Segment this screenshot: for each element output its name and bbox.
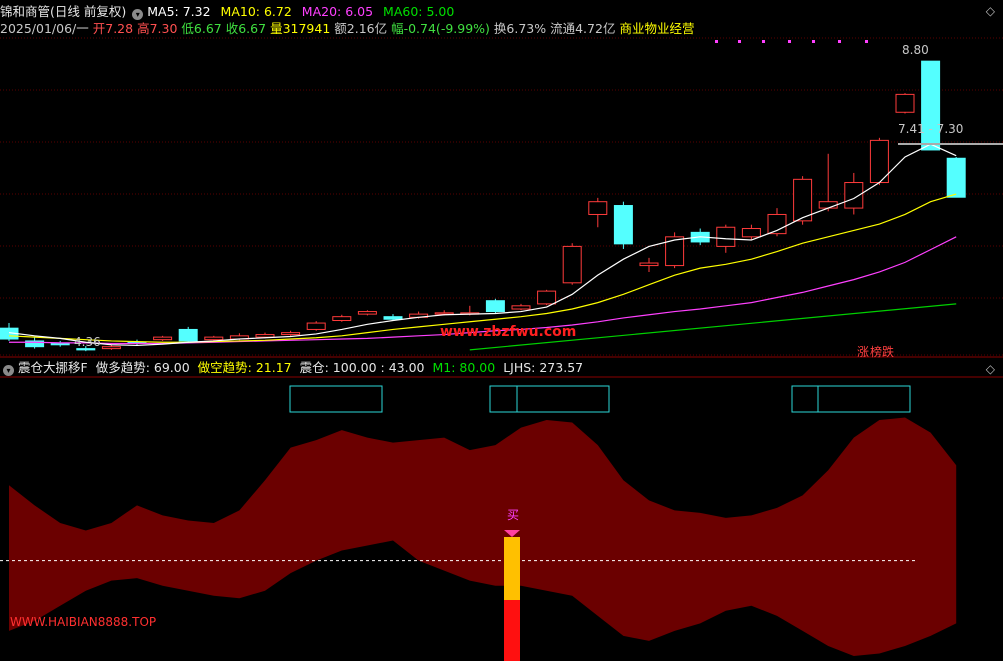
candle-body xyxy=(588,201,608,215)
buy-bar-upper xyxy=(504,537,520,600)
candle-body xyxy=(281,332,301,336)
candle-body xyxy=(332,316,352,322)
candle-body xyxy=(895,93,915,113)
price-chart[interactable]: 8.80 7.41 - 7.30 4.36 www.zbzfwu.com 涨 榜… xyxy=(0,0,1003,661)
signal-dot xyxy=(865,40,868,43)
high-price-label: 8.80 xyxy=(902,43,929,57)
signal-frame xyxy=(489,385,610,413)
signal-frame xyxy=(791,385,911,413)
buy-signal: 买 xyxy=(507,508,519,522)
ma10-line xyxy=(8,193,957,343)
candle-body xyxy=(818,201,838,209)
candle-body xyxy=(844,182,864,209)
candle-body xyxy=(716,226,736,247)
candle-body xyxy=(639,262,659,267)
signal-frame xyxy=(289,385,383,413)
buy-bar-lower xyxy=(504,600,520,661)
low-price-label: 4.36 xyxy=(74,335,101,349)
limit-tag: 涨 xyxy=(857,344,869,359)
candle-body xyxy=(485,300,505,313)
candle-body xyxy=(306,322,326,330)
candle-body xyxy=(383,316,403,320)
candle-body xyxy=(434,312,454,315)
watermark-text: www.zbzfwu.com xyxy=(440,324,576,340)
signal-dot xyxy=(838,40,841,43)
limit-tag-2: 榜跌 xyxy=(870,344,894,359)
candle-body xyxy=(204,336,224,341)
signal-dot xyxy=(812,40,815,43)
signal-dot xyxy=(738,40,741,43)
candle-body xyxy=(101,346,121,350)
signal-dot xyxy=(762,40,765,43)
signal-dot xyxy=(715,40,718,43)
indicator-watermark: WWW.HAIBIAN8888.TOP xyxy=(10,615,156,629)
candle-body xyxy=(793,178,813,222)
candle-body xyxy=(921,60,941,151)
candle-body xyxy=(613,205,633,245)
candle-body xyxy=(153,336,173,341)
last-price-label: 7.41 - 7.30 xyxy=(898,122,963,136)
candle-body xyxy=(741,228,761,238)
candle-body xyxy=(178,328,198,342)
candle-body xyxy=(562,245,582,284)
signal-dot xyxy=(788,40,791,43)
last-price-line xyxy=(898,143,1003,145)
candle-body xyxy=(255,334,275,338)
candle-body xyxy=(946,157,966,198)
candle-body xyxy=(537,290,557,305)
candle-body xyxy=(50,343,70,346)
ma5-line xyxy=(8,143,957,347)
candle-body xyxy=(357,311,377,315)
candle-body xyxy=(511,305,531,310)
